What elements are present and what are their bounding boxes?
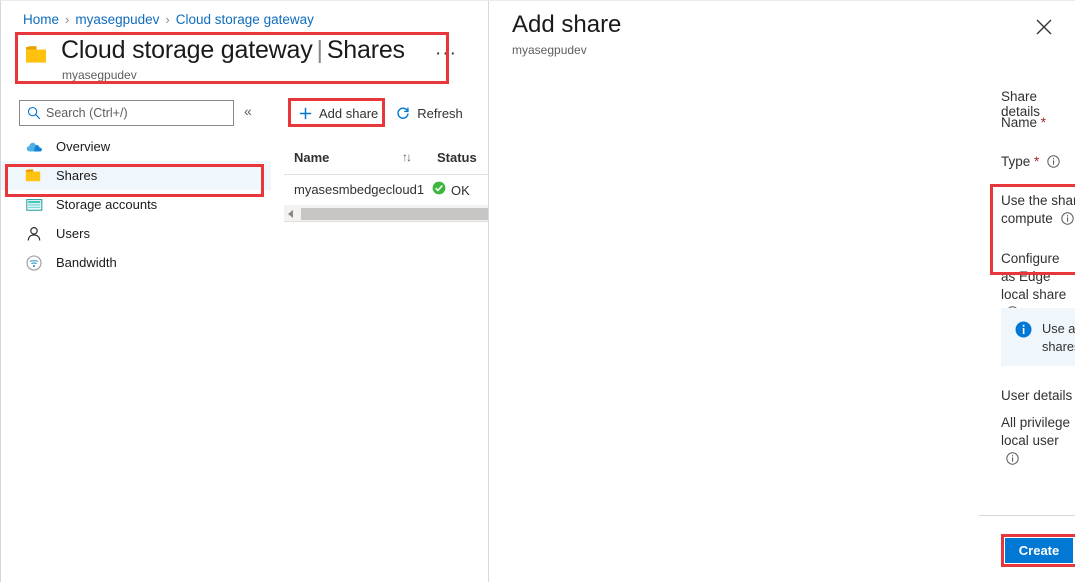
refresh-label: Refresh bbox=[417, 106, 463, 121]
breadcrumb: Home › myasegpudev › Cloud storage gateway bbox=[23, 12, 314, 27]
collapse-sidebar-button[interactable]: « bbox=[244, 103, 252, 119]
breadcrumb-item-home[interactable]: Home bbox=[23, 12, 59, 27]
sidebar-item-label: Bandwidth bbox=[56, 255, 117, 270]
sidebar-item-label: Users bbox=[56, 226, 90, 241]
column-header-name[interactable]: Name bbox=[294, 150, 329, 165]
add-share-panel: Add share myasegpudev Share details Name… bbox=[490, 1, 1075, 582]
sidebar-item-label: Shares bbox=[56, 168, 97, 183]
horizontal-scrollbar[interactable] bbox=[284, 206, 489, 222]
search-input[interactable]: Search (Ctrl+/) bbox=[19, 100, 234, 126]
column-header-status[interactable]: Status bbox=[437, 150, 477, 165]
folder-icon bbox=[25, 167, 43, 185]
page-title-main: Cloud storage gateway bbox=[61, 36, 313, 64]
info-banner-text: Use an Edge local share to process data … bbox=[1042, 320, 1075, 356]
footer-divider bbox=[979, 515, 1075, 516]
sidebar-item-storage-accounts[interactable]: Storage accounts bbox=[1, 190, 271, 219]
breadcrumb-separator-icon: › bbox=[65, 12, 69, 27]
page-title-separator: | bbox=[317, 36, 323, 64]
info-icon[interactable] bbox=[1061, 212, 1074, 230]
table-header-row: Name ↑↓ Status bbox=[284, 142, 489, 175]
breadcrumb-separator-icon: › bbox=[165, 12, 169, 27]
required-asterisk: * bbox=[1041, 115, 1046, 130]
page-title-section: Shares bbox=[327, 36, 405, 64]
breadcrumb-item-device[interactable]: myasegpudev bbox=[75, 12, 159, 27]
refresh-icon bbox=[396, 106, 410, 120]
info-icon[interactable] bbox=[1047, 155, 1060, 173]
plus-icon bbox=[299, 107, 312, 120]
left-pane: Home › myasegpudev › Cloud storage gateway C… bbox=[1, 1, 489, 582]
type-label-text: Type bbox=[1001, 154, 1030, 169]
all-privilege-label-text: All privilege local user bbox=[1001, 415, 1070, 448]
add-share-button[interactable]: Add share bbox=[290, 100, 387, 126]
shares-table: Name ↑↓ Status myasesmbedgecloud1 OK bbox=[284, 142, 489, 206]
breadcrumb-item-gateway[interactable]: Cloud storage gateway bbox=[176, 12, 314, 27]
create-button[interactable]: Create bbox=[1005, 538, 1073, 563]
page-title-block: Cloud storage gateway|Shares ··· myasegp… bbox=[15, 32, 449, 84]
page-title: Cloud storage gateway|Shares bbox=[61, 36, 405, 65]
sort-arrows-icon[interactable]: ↑↓ bbox=[402, 150, 410, 164]
azure-portal-screen: Home › myasegpudev › Cloud storage gateway C… bbox=[0, 0, 1075, 582]
name-field-label: Name * bbox=[1001, 114, 1046, 132]
check-circle-icon bbox=[432, 181, 446, 200]
name-label-text: Name bbox=[1001, 115, 1037, 130]
sidebar-item-label: Overview bbox=[56, 139, 110, 154]
edge-local-label-text: Configure as Edge local share bbox=[1001, 251, 1066, 302]
close-icon[interactable] bbox=[1034, 17, 1054, 37]
info-banner: Use an Edge local share to process data … bbox=[1001, 308, 1075, 366]
sidebar-nav: Overview Shares bbox=[1, 132, 271, 277]
scroll-left-arrow-icon[interactable] bbox=[288, 210, 293, 218]
user-details-heading: User details bbox=[1001, 388, 1072, 403]
bandwidth-icon bbox=[25, 254, 43, 272]
refresh-button[interactable]: Refresh bbox=[387, 100, 472, 126]
status-badge: OK bbox=[432, 181, 470, 200]
person-icon bbox=[25, 225, 43, 243]
scrollbar-thumb[interactable] bbox=[301, 208, 489, 220]
status-text: OK bbox=[451, 183, 470, 198]
sidebar-item-users[interactable]: Users bbox=[1, 219, 271, 248]
table-row[interactable]: myasesmbedgecloud1 OK bbox=[284, 175, 489, 206]
sidebar-item-label: Storage accounts bbox=[56, 197, 157, 212]
all-privilege-user-label: All privilege local user bbox=[1001, 414, 1075, 470]
add-share-label: Add share bbox=[319, 106, 378, 121]
edge-compute-label: Use the share with Edge compute bbox=[1001, 192, 1075, 230]
panel-subtitle: myasegpudev bbox=[512, 43, 587, 57]
storage-account-icon bbox=[25, 196, 43, 214]
panel-title: Add share bbox=[512, 11, 621, 39]
folder-icon bbox=[25, 44, 51, 65]
info-icon[interactable] bbox=[1006, 452, 1019, 470]
cloud-icon bbox=[25, 138, 43, 156]
sidebar-item-bandwidth[interactable]: Bandwidth bbox=[1, 248, 271, 277]
sidebar-item-overview[interactable]: Overview bbox=[1, 132, 271, 161]
info-filled-icon bbox=[1015, 321, 1032, 343]
cell-share-name[interactable]: myasesmbedgecloud1 bbox=[294, 182, 424, 197]
required-asterisk: * bbox=[1034, 154, 1039, 169]
sidebar-item-shares[interactable]: Shares bbox=[1, 161, 271, 190]
page-subtitle: myasegpudev bbox=[62, 68, 137, 82]
command-toolbar: Add share Refresh bbox=[290, 100, 472, 126]
type-field-label: Type * bbox=[1001, 153, 1060, 173]
more-options-button[interactable]: ··· bbox=[435, 43, 457, 65]
